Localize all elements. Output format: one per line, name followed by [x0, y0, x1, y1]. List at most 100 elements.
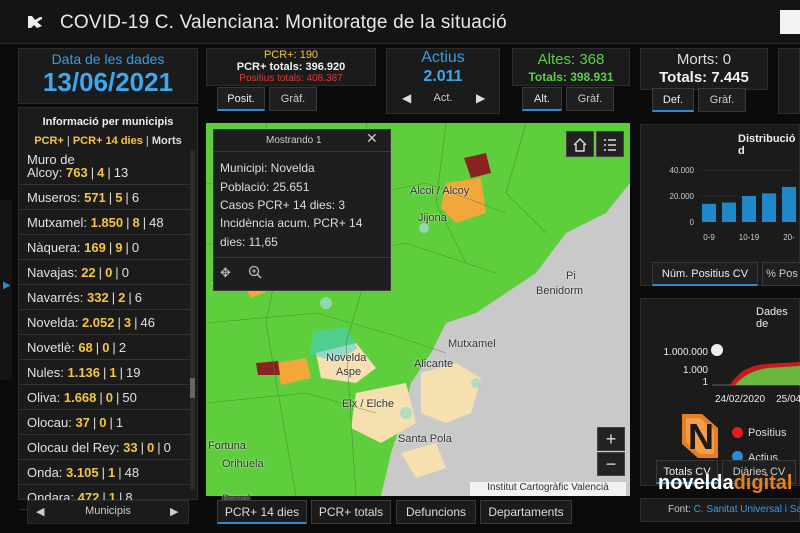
map-place-label: Fortuna: [208, 440, 246, 452]
list-item-pcr14: 2: [118, 290, 126, 305]
tab-num-positius[interactable]: Núm. Positius CV: [652, 262, 758, 286]
tab-graf-altes[interactable]: Gràf.: [566, 87, 614, 111]
chart1-plot: 0 20.000 40.000 0-9 10-19 20-: [670, 166, 800, 242]
list-item[interactable]: Olocau del Rey: 33 | 0 | 0: [20, 436, 190, 460]
tab-posit[interactable]: Posit.: [217, 87, 265, 111]
header-logo: [780, 10, 800, 34]
chevron-right-icon[interactable]: ▶: [170, 505, 178, 518]
map-place-label: Santa Pola: [398, 433, 452, 445]
actius-value: 2.011: [423, 68, 463, 85]
list-item-name: Museros:: [27, 190, 81, 205]
popup-incidencia-1: Incidència acum. PCR+ 14: [220, 216, 363, 230]
positius-total: Positius totals: 408.387: [239, 73, 343, 84]
tab-graf-morts[interactable]: Gràf.: [698, 88, 746, 112]
tab-alt[interactable]: Alt.: [522, 87, 562, 111]
list-item-pcr14: 3: [123, 315, 132, 330]
legend-pcr: PCR+: [34, 135, 64, 147]
list-item[interactable]: Nules: 1.136 | 1 | 19: [20, 361, 190, 385]
list-item-pcr: 37: [75, 415, 90, 430]
list-item-morts: 0: [131, 240, 140, 255]
list-item-morts: 1: [115, 415, 124, 430]
zoom-to-icon[interactable]: [248, 265, 262, 284]
chart2-plot: 11.000 1.000.000 24/02/2020 25/04/: [664, 347, 800, 405]
list-item[interactable]: Novetlè: 68 | 0 | 2: [20, 336, 190, 360]
list-scrollbar[interactable]: [190, 150, 195, 490]
list-item-name: Onda:: [27, 465, 63, 480]
close-icon[interactable]: ✕: [366, 130, 378, 147]
tab-pcr14[interactable]: PCR+ 14 dies: [217, 500, 307, 524]
chevron-left-icon[interactable]: ◀: [402, 91, 411, 105]
list-item-morts: 13: [113, 165, 129, 180]
list-item-pcr: 1.136: [67, 365, 101, 380]
chevron-right-icon: ▶: [3, 280, 11, 291]
list-item-pcr14: 4: [97, 165, 105, 180]
tab-defuncions[interactable]: Defuncions: [396, 500, 476, 524]
chart2-ytick-label: 1.000.000: [664, 347, 709, 358]
map-place-label: Benidorm: [536, 285, 584, 297]
list-item-name: Olocau del Rey:: [27, 440, 120, 455]
list-item-name: Olocau:: [27, 415, 72, 430]
magnify-icon: [248, 265, 262, 279]
home-button[interactable]: [566, 131, 594, 157]
list-item[interactable]: Nàquera: 169 | 9 | 0: [20, 236, 190, 260]
chevron-right-icon[interactable]: ▶: [476, 91, 485, 105]
tab-pct-positius[interactable]: % Pos: [762, 262, 800, 286]
pan-icon[interactable]: ✥: [220, 265, 231, 281]
map-place-label: Pi: [566, 270, 576, 282]
list-item[interactable]: Mutxamel: 1.850 | 8 | 48: [20, 211, 190, 235]
map-place-label: Novelda: [326, 352, 367, 364]
chart1-bar[interactable]: [722, 202, 736, 223]
chart1-bar[interactable]: [762, 193, 776, 222]
list-item-pcr: 763: [66, 165, 88, 180]
chart1-bar[interactable]: [702, 203, 716, 222]
list-scrollbar-thumb[interactable]: [190, 378, 195, 398]
chart2-title: Dades de: [756, 306, 788, 330]
list-item-pcr14: 0: [99, 415, 107, 430]
list-item-morts: 6: [134, 290, 142, 305]
list-item-pcr: 571: [84, 190, 106, 205]
chart1-bar[interactable]: [782, 186, 796, 222]
list-item-pcr: 1.668: [63, 390, 97, 405]
list-footer-label: Municipis: [85, 505, 131, 517]
tab-graf-pcr[interactable]: Gràf.: [269, 87, 317, 111]
list-item-pcr14: 0: [105, 390, 114, 405]
list-item[interactable]: Oliva: 1.668 | 0 | 50: [20, 386, 190, 410]
list-item[interactable]: Museros: 571 | 5 | 6: [20, 186, 190, 210]
brand-letter: N: [688, 416, 714, 457]
list-item[interactable]: Navajas: 22 | 0 | 0: [20, 261, 190, 285]
tab-def[interactable]: Def.: [652, 88, 694, 112]
chart1-bar[interactable]: [742, 196, 756, 222]
popup-poblacio: Població: 25.651: [220, 180, 310, 194]
tab-pcr-totals[interactable]: PCR+ totals: [311, 500, 391, 524]
list-item-pcr14: 1: [109, 365, 117, 380]
layer-list-button[interactable]: [596, 131, 624, 157]
list-item-morts: 0: [121, 265, 129, 280]
virus-icon: [28, 16, 42, 28]
list-item-pcr14: 1: [107, 465, 116, 480]
list-item[interactable]: Navarrés: 332 | 2 | 6: [20, 286, 190, 310]
source-link[interactable]: C. Sanitat Universal i Sal: [694, 504, 800, 515]
list-item[interactable]: Olocau: 37 | 0 | 1: [20, 411, 190, 435]
zoom-out-button[interactable]: −: [597, 452, 625, 476]
chart2-slider-handle[interactable]: [711, 344, 723, 356]
list-item-name: Navarrés:: [27, 290, 84, 305]
chart2-ytick-label: 1: [702, 377, 708, 388]
list-item[interactable]: Alcoy: 763 | 4 | 13: [20, 161, 190, 185]
list-item-pcr14: 0: [105, 265, 113, 280]
chevron-left-icon[interactable]: ◀: [36, 505, 44, 518]
popup-casos: Casos PCR+ 14 dies: 3: [220, 198, 346, 212]
map-place-label: Alicante: [414, 358, 454, 370]
chart1-xtick-label: 0-9: [703, 233, 715, 242]
list-item[interactable]: Onda: 3.105 | 1 | 48: [20, 461, 190, 485]
list-item-morts: 50: [122, 390, 137, 405]
zoom-in-button[interactable]: +: [597, 427, 625, 451]
list-item-pcr: 68: [78, 340, 93, 355]
list-item[interactable]: Novelda: 2.052 | 3 | 46: [20, 311, 190, 335]
tab-departaments[interactable]: Departaments: [480, 500, 572, 524]
source-label: Font:: [668, 504, 691, 515]
list-item-pcr: 2.052: [81, 315, 115, 330]
list-legend: PCR+ | PCR+ 14 dies | Morts: [34, 135, 182, 147]
list-item-pcr: 332: [86, 290, 109, 305]
list-item-pcr14: 8: [132, 215, 140, 230]
legend-positius-dot: [732, 427, 743, 438]
